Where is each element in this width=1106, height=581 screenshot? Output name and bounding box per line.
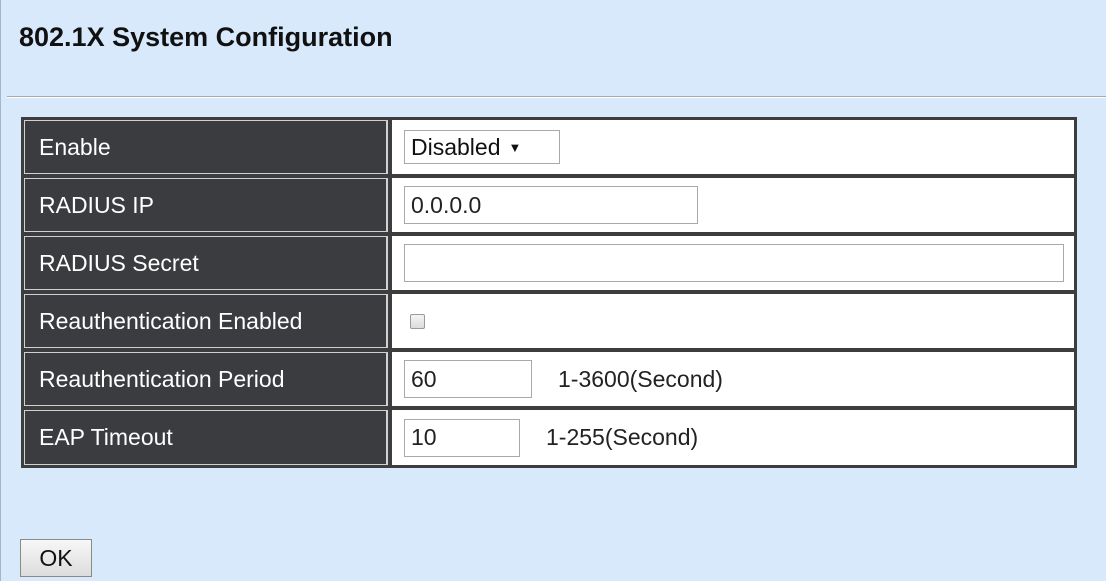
row-enable: Enable Disabled ▼ bbox=[23, 119, 1075, 177]
row-reauth-enabled: Reauthentication Enabled bbox=[23, 293, 1075, 351]
config-table: Enable Disabled ▼ RADIUS IP RADIUS Secre… bbox=[21, 117, 1077, 468]
dropdown-arrow-icon: ▼ bbox=[508, 139, 522, 155]
row-eap-timeout: EAP Timeout 1-255(Second) bbox=[23, 409, 1075, 466]
reauth-period-input[interactable] bbox=[404, 360, 532, 398]
radius-secret-input[interactable] bbox=[404, 244, 1064, 282]
eap-timeout-range: 1-255(Second) bbox=[546, 424, 699, 450]
page-title: 802.1X System Configuration bbox=[19, 22, 393, 52]
ok-button[interactable]: OK bbox=[20, 539, 92, 577]
enable-select[interactable]: Disabled ▼ bbox=[404, 130, 560, 164]
enable-label: Enable bbox=[24, 120, 388, 174]
row-radius-secret: RADIUS Secret bbox=[23, 235, 1075, 293]
row-radius-ip: RADIUS IP bbox=[23, 177, 1075, 235]
enable-selected-value: Disabled bbox=[411, 133, 501, 160]
reauth-enabled-checkbox[interactable] bbox=[410, 313, 425, 329]
radius-secret-value-cell bbox=[389, 236, 1074, 290]
radius-ip-input[interactable] bbox=[404, 186, 698, 224]
radius-secret-label: RADIUS Secret bbox=[24, 236, 388, 290]
reauth-period-value-cell: 1-3600(Second) bbox=[389, 352, 1074, 406]
title-divider bbox=[7, 96, 1106, 98]
reauth-enabled-label: Reauthentication Enabled bbox=[24, 294, 388, 348]
row-reauth-period: Reauthentication Period 1-3600(Second) bbox=[23, 351, 1075, 409]
reauth-period-range: 1-3600(Second) bbox=[558, 365, 723, 392]
reauth-enabled-value-cell bbox=[389, 294, 1074, 348]
page: 802.1X System Configuration Enable Disab… bbox=[0, 0, 1106, 581]
eap-timeout-value-cell: 1-255(Second) bbox=[389, 410, 1074, 465]
radius-ip-value-cell bbox=[389, 178, 1074, 232]
reauth-period-label: Reauthentication Period bbox=[24, 352, 388, 406]
eap-timeout-label: EAP Timeout bbox=[24, 410, 388, 465]
radius-ip-label: RADIUS IP bbox=[24, 178, 388, 232]
enable-value-cell: Disabled ▼ bbox=[389, 120, 1074, 174]
eap-timeout-input[interactable] bbox=[404, 418, 520, 457]
